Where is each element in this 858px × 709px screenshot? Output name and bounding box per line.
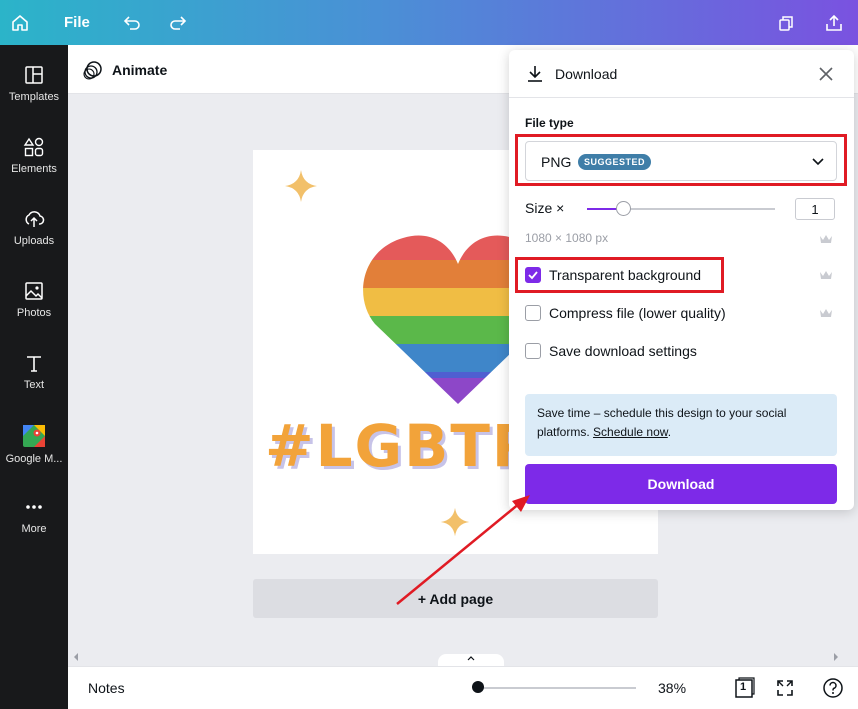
sidebar-item-label: Text [23, 379, 45, 391]
share-icon[interactable] [822, 0, 846, 45]
compress-file-label: Compress file (lower quality) [549, 305, 726, 321]
scroll-right-icon[interactable] [832, 652, 840, 662]
uploads-icon [25, 211, 45, 227]
zoom-slider-handle[interactable] [472, 681, 484, 693]
redo-icon[interactable] [166, 0, 190, 45]
templates-icon [25, 66, 43, 84]
size-slider-handle[interactable] [616, 201, 631, 216]
design-hashtag-text: #LGBTP [265, 412, 537, 480]
top-bar: File [0, 0, 858, 45]
crown-icon [820, 235, 832, 243]
compress-file-option[interactable]: Compress file (lower quality) [525, 303, 726, 323]
sidebar-item-text[interactable]: Text [0, 350, 68, 410]
crown-icon [820, 309, 832, 317]
more-icon [26, 505, 42, 509]
chevron-up-icon [467, 656, 475, 661]
add-page-button[interactable]: + Add page [253, 579, 658, 618]
scroll-left-icon[interactable] [72, 652, 80, 662]
zoom-value[interactable]: 38% [658, 667, 686, 709]
sidebar-item-uploads[interactable]: Uploads [0, 206, 68, 266]
close-icon[interactable] [819, 67, 833, 81]
schedule-now-link[interactable]: Schedule now [593, 425, 668, 439]
google-maps-icon [23, 425, 45, 447]
undo-icon[interactable] [120, 0, 144, 45]
zoom-slider[interactable] [478, 687, 636, 689]
sidebar-item-label: Templates [8, 91, 60, 103]
sidebar-item-label: Google M... [5, 453, 63, 465]
sidebar-item-templates[interactable]: Templates [0, 62, 68, 122]
compress-file-checkbox[interactable] [525, 305, 541, 321]
home-icon[interactable] [6, 0, 34, 45]
schedule-info-suffix: . [667, 425, 672, 439]
dimensions-text: 1080 × 1080 px [525, 231, 609, 245]
transparent-background-highlight [515, 257, 724, 293]
sidebar-item-label: Elements [11, 163, 57, 175]
crown-icon [820, 271, 832, 279]
sidebar-item-elements[interactable]: Elements [0, 134, 68, 194]
sidebar-item-photos[interactable]: Photos [0, 278, 68, 338]
download-panel-title: Download [555, 66, 618, 82]
sidebar-item-label: Uploads [13, 235, 55, 247]
schedule-info-box: Save time – schedule this design to your… [525, 394, 837, 456]
download-panel: Download File type PNG SUGGESTED Size × … [509, 50, 854, 510]
save-settings-checkbox[interactable] [525, 343, 541, 359]
fullscreen-icon[interactable] [773, 676, 797, 700]
text-icon [27, 356, 41, 372]
page-count: 1 [740, 681, 747, 693]
sparkle-icon [285, 170, 317, 202]
copy-design-icon[interactable] [774, 0, 798, 45]
help-icon[interactable] [821, 676, 845, 700]
sparkle-icon [440, 507, 470, 537]
animate-label: Animate [112, 61, 168, 78]
file-menu-button[interactable]: File [64, 0, 90, 45]
page-count-button[interactable]: 1 [732, 676, 756, 700]
sidebar-item-label: Photos [16, 307, 52, 319]
download-icon [528, 66, 542, 82]
size-label: Size × [525, 200, 565, 216]
animate-button[interactable]: Animate [82, 45, 167, 94]
sidebar-item-more[interactable]: More [0, 494, 68, 554]
save-settings-option[interactable]: Save download settings [525, 341, 697, 361]
download-button[interactable]: Download [525, 464, 837, 504]
notes-button[interactable]: Notes [88, 667, 125, 709]
size-input[interactable]: 1 [795, 198, 835, 220]
sidebar-item-label: More [21, 523, 47, 535]
file-type-label: File type [525, 116, 574, 130]
left-sidebar: Templates Elements Uploads Photos Text G… [0, 45, 68, 709]
photos-icon [25, 282, 43, 300]
bottom-bar: Notes 38% 1 [68, 666, 858, 709]
save-settings-label: Save download settings [549, 343, 697, 359]
elements-icon [23, 137, 44, 157]
sidebar-item-google-maps[interactable]: Google M... [0, 422, 68, 482]
animate-icon [83, 60, 102, 80]
download-panel-header: Download [509, 50, 854, 98]
file-type-highlight [515, 134, 847, 186]
